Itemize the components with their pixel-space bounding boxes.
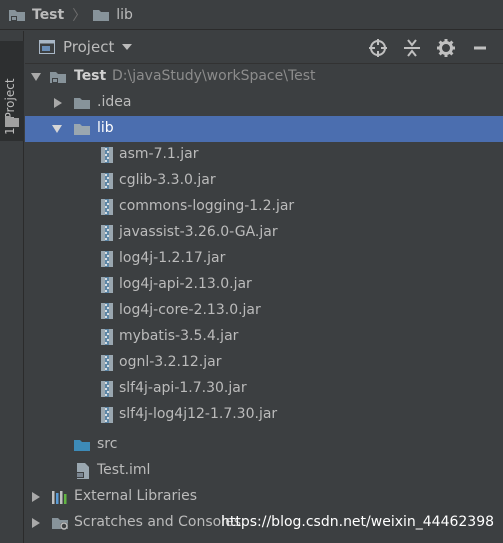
jar-label: log4j-core-2.13.0.jar	[119, 302, 261, 318]
tree-node-jar[interactable]: slf4j-log4j12-1.7.30.jar	[25, 402, 503, 428]
module-file-icon	[76, 463, 89, 479]
jar-label: commons-logging-1.2.jar	[119, 198, 295, 214]
breadcrumb-project-label: Test	[32, 6, 65, 23]
jar-icon	[101, 225, 113, 241]
collapsed-arrow-icon[interactable]	[54, 98, 62, 108]
expanded-arrow-icon[interactable]	[31, 73, 41, 81]
collapsed-arrow-icon[interactable]	[32, 492, 40, 502]
folder-icon	[5, 116, 19, 127]
tree-node-iml[interactable]: Test.iml	[25, 458, 503, 484]
jar-icon	[101, 381, 113, 397]
tree-node-external-libraries[interactable]: External Libraries	[25, 484, 503, 510]
crosshair-icon	[369, 38, 387, 57]
libraries-icon	[52, 491, 67, 504]
jar-icon	[101, 407, 113, 423]
jar-label: asm-7.1.jar	[119, 146, 199, 162]
tree-node-jar[interactable]: mybatis-3.5.4.jar	[25, 324, 503, 350]
expanded-arrow-icon[interactable]	[52, 125, 62, 133]
tree-node-jar[interactable]: log4j-core-2.13.0.jar	[25, 298, 503, 324]
panel-toolbar	[367, 31, 503, 64]
jar-label: cglib-3.3.0.jar	[119, 172, 216, 188]
view-dropdown-icon[interactable]	[122, 44, 133, 50]
folder-icon	[93, 9, 110, 21]
jar-icon	[101, 199, 113, 215]
jar-icon	[101, 303, 113, 319]
watermark: https://blog.csdn.net/weixin_44462398	[221, 514, 495, 530]
tree-node-jar[interactable]: slf4j-api-1.7.30.jar	[25, 376, 503, 402]
breadcrumb-separator-icon: 〉	[72, 7, 87, 24]
jar-label: slf4j-api-1.7.30.jar	[119, 380, 247, 396]
collapse-all-icon	[404, 38, 420, 57]
jar-label: javassist-3.26.0-GA.jar	[119, 224, 278, 240]
locate-file-button[interactable]	[367, 37, 389, 59]
jar-icon	[101, 329, 113, 345]
tree-node-jar[interactable]: ognl-3.2.12.jar	[25, 350, 503, 376]
jar-label: log4j-1.2.17.jar	[119, 250, 226, 266]
hide-panel-button[interactable]	[469, 37, 491, 59]
minimize-icon	[474, 46, 486, 49]
collapse-all-button[interactable]	[401, 37, 423, 59]
gear-icon	[437, 38, 455, 57]
project-tree: Test D:\javaStudy\workSpace\Test .idea l…	[25, 64, 503, 543]
jar-label: mybatis-3.5.4.jar	[119, 328, 239, 344]
tree-node-jar[interactable]: asm-7.1.jar	[25, 142, 503, 168]
panel-title[interactable]: Project	[63, 38, 114, 56]
tree-node-jar[interactable]: cglib-3.3.0.jar	[25, 168, 503, 194]
tree-node-label: lib	[97, 120, 114, 136]
root-name: Test	[74, 68, 107, 84]
folder-icon	[74, 124, 90, 135]
source-folder-icon	[74, 440, 90, 451]
jar-icon	[101, 173, 113, 189]
tree-node-label: .idea	[97, 94, 132, 110]
breadcrumb: Test 〉 lib	[0, 0, 503, 30]
module-folder-icon	[50, 72, 66, 83]
tree-node-label: src	[97, 436, 118, 452]
root-path: D:\javaStudy\workSpace\Test	[112, 68, 316, 84]
tree-node-jar[interactable]: javassist-3.26.0-GA.jar	[25, 220, 503, 246]
breadcrumb-folder[interactable]: lib	[92, 7, 133, 23]
tree-node-src[interactable]: src	[25, 432, 503, 458]
tree-node-idea[interactable]: .idea	[25, 90, 503, 116]
folder-icon	[74, 98, 90, 109]
tree-node-jar[interactable]: log4j-api-2.13.0.jar	[25, 272, 503, 298]
project-folder-icon	[9, 9, 25, 21]
settings-button[interactable]	[435, 37, 457, 59]
tree-node-label: Test.iml	[97, 462, 151, 478]
tree-node-root[interactable]: Test D:\javaStudy\workSpace\Test	[25, 64, 503, 90]
jar-icon	[101, 355, 113, 371]
jar-label: slf4j-log4j12-1.7.30.jar	[119, 406, 278, 422]
project-panel-header: Project	[25, 31, 503, 64]
tree-node-jar[interactable]: log4j-1.2.17.jar	[25, 246, 503, 272]
tree-node-label: Scratches and Consoles	[74, 514, 241, 530]
project-view-icon	[39, 40, 55, 54]
tree-node-lib[interactable]: lib	[25, 116, 503, 142]
breadcrumb-project[interactable]: Test	[8, 7, 64, 23]
jar-label: ognl-3.2.12.jar	[119, 354, 222, 370]
breadcrumb-folder-label: lib	[116, 6, 133, 23]
jar-icon	[101, 277, 113, 293]
scratches-icon	[52, 518, 68, 530]
tree-node-label: External Libraries	[74, 488, 197, 504]
tree-node-jar[interactable]: commons-logging-1.2.jar	[25, 194, 503, 220]
jar-label: log4j-api-2.13.0.jar	[119, 276, 252, 292]
jar-icon	[101, 147, 113, 163]
collapsed-arrow-icon[interactable]	[32, 518, 40, 528]
tool-window-strip: 1: Project	[0, 31, 24, 543]
jar-icon	[101, 251, 113, 267]
